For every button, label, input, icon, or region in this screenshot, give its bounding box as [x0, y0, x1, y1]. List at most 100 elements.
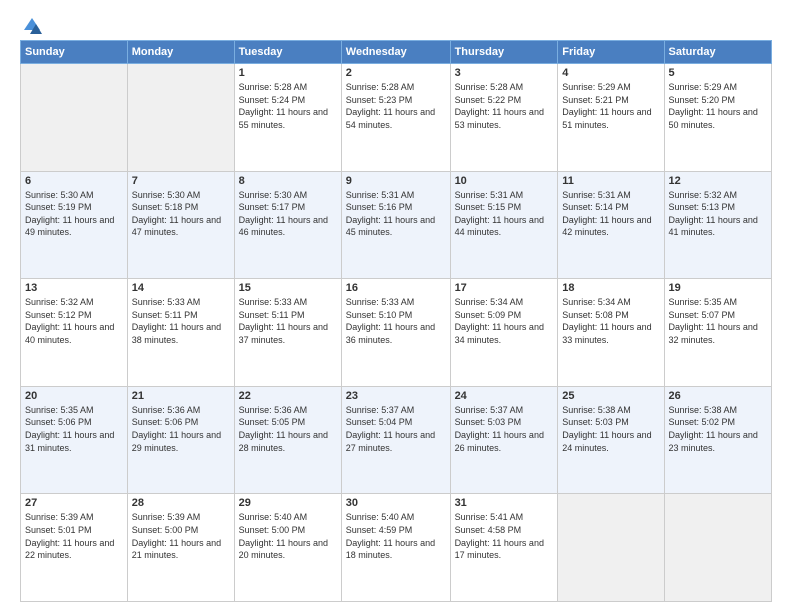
day-info: Sunrise: 5:33 AMSunset: 5:11 PMDaylight:… [132, 296, 230, 346]
table-row: 6Sunrise: 5:30 AMSunset: 5:19 PMDaylight… [21, 171, 128, 279]
day-number: 7 [132, 175, 230, 187]
week-row-2: 6Sunrise: 5:30 AMSunset: 5:19 PMDaylight… [21, 171, 772, 279]
table-row: 12 Sunrise: 5:32 AMSunset: 5:13 PMDayligh… [664, 171, 771, 279]
col-sunday: Sunday [21, 41, 128, 64]
day-info: Sunrise: 5:28 AMSunset: 5:22 PMDaylight:… [455, 81, 554, 131]
table-row: 4Sunrise: 5:29 AMSunset: 5:21 PMDaylight… [558, 64, 664, 172]
table-row: 8 Sunrise: 5:30 AMSunset: 5:17 PMDaylight… [234, 171, 341, 279]
col-saturday: Saturday [664, 41, 771, 64]
day-info: Sunrise: 5:35 AMSunset: 5:06 PMDaylight:… [25, 404, 123, 454]
day-info: Sunrise: 5:30 AMSunset: 5:17 PMDaylight:… [239, 189, 337, 239]
table-row: 21 Sunrise: 5:36 AMSunset: 5:06 PMDayligh… [127, 386, 234, 494]
table-row: 10 Sunrise: 5:31 AMSunset: 5:15 PMDayligh… [450, 171, 558, 279]
table-row: 19 Sunrise: 5:35 AMSunset: 5:07 PMDayligh… [664, 279, 771, 387]
day-number: 27 [25, 497, 123, 509]
day-number: 28 [132, 497, 230, 509]
logo-icon [22, 16, 42, 36]
table-row: 7 Sunrise: 5:30 AMSunset: 5:18 PMDaylight… [127, 171, 234, 279]
col-wednesday: Wednesday [341, 41, 450, 64]
day-number: 4 [562, 67, 659, 79]
day-number: 2 [346, 67, 446, 79]
day-info: Sunrise: 5:35 AMSunset: 5:07 PMDaylight:… [669, 296, 767, 346]
day-number: 1 [239, 67, 337, 79]
day-info: Sunrise: 5:34 AMSunset: 5:08 PMDaylight:… [562, 296, 659, 346]
table-row: 13Sunrise: 5:32 AMSunset: 5:12 PMDayligh… [21, 279, 128, 387]
table-row: 5 Sunrise: 5:29 AMSunset: 5:20 PMDaylight… [664, 64, 771, 172]
table-row: 24 Sunrise: 5:37 AMSunset: 5:03 PMDayligh… [450, 386, 558, 494]
calendar-table: Sunday Monday Tuesday Wednesday Thursday… [20, 40, 772, 602]
col-monday: Monday [127, 41, 234, 64]
day-info: Sunrise: 5:38 AMSunset: 5:03 PMDaylight:… [562, 404, 659, 454]
table-row: 1 Sunrise: 5:28 AMSunset: 5:24 PMDaylight… [234, 64, 341, 172]
day-info: Sunrise: 5:28 AMSunset: 5:23 PMDaylight:… [346, 81, 446, 131]
day-number: 31 [455, 497, 554, 509]
logo [20, 20, 42, 32]
table-row: 11Sunrise: 5:31 AMSunset: 5:14 PMDayligh… [558, 171, 664, 279]
table-row [558, 494, 664, 602]
day-info: Sunrise: 5:36 AMSunset: 5:05 PMDaylight:… [239, 404, 337, 454]
day-info: Sunrise: 5:37 AMSunset: 5:04 PMDaylight:… [346, 404, 446, 454]
page: Sunday Monday Tuesday Wednesday Thursday… [0, 0, 792, 612]
day-number: 26 [669, 390, 767, 402]
col-friday: Friday [558, 41, 664, 64]
day-number: 24 [455, 390, 554, 402]
table-row [127, 64, 234, 172]
day-number: 13 [25, 282, 123, 294]
day-info: Sunrise: 5:38 AMSunset: 5:02 PMDaylight:… [669, 404, 767, 454]
day-number: 14 [132, 282, 230, 294]
day-info: Sunrise: 5:36 AMSunset: 5:06 PMDaylight:… [132, 404, 230, 454]
header-row: Sunday Monday Tuesday Wednesday Thursday… [21, 41, 772, 64]
day-number: 25 [562, 390, 659, 402]
table-row: 27Sunrise: 5:39 AMSunset: 5:01 PMDayligh… [21, 494, 128, 602]
table-row: 22 Sunrise: 5:36 AMSunset: 5:05 PMDayligh… [234, 386, 341, 494]
week-row-4: 20 Sunrise: 5:35 AMSunset: 5:06 PMDayligh… [21, 386, 772, 494]
day-info: Sunrise: 5:32 AMSunset: 5:13 PMDaylight:… [669, 189, 767, 239]
day-number: 22 [239, 390, 337, 402]
table-row: 3 Sunrise: 5:28 AMSunset: 5:22 PMDaylight… [450, 64, 558, 172]
table-row: 26 Sunrise: 5:38 AMSunset: 5:02 PMDayligh… [664, 386, 771, 494]
day-number: 8 [239, 175, 337, 187]
day-info: Sunrise: 5:40 AMSunset: 4:59 PMDaylight:… [346, 511, 446, 561]
day-number: 19 [669, 282, 767, 294]
table-row: 9Sunrise: 5:31 AMSunset: 5:16 PMDaylight… [341, 171, 450, 279]
day-info: Sunrise: 5:31 AMSunset: 5:15 PMDaylight:… [455, 189, 554, 239]
table-row [664, 494, 771, 602]
table-row: 30 Sunrise: 5:40 AMSunset: 4:59 PMDayligh… [341, 494, 450, 602]
header [20, 16, 772, 32]
day-number: 6 [25, 175, 123, 187]
table-row: 25 Sunrise: 5:38 AMSunset: 5:03 PMDayligh… [558, 386, 664, 494]
day-number: 17 [455, 282, 554, 294]
table-row [21, 64, 128, 172]
table-row: 14 Sunrise: 5:33 AMSunset: 5:11 PMDayligh… [127, 279, 234, 387]
day-number: 9 [346, 175, 446, 187]
day-number: 23 [346, 390, 446, 402]
day-number: 30 [346, 497, 446, 509]
week-row-5: 27Sunrise: 5:39 AMSunset: 5:01 PMDayligh… [21, 494, 772, 602]
day-number: 21 [132, 390, 230, 402]
table-row: 31Sunrise: 5:41 AMSunset: 4:58 PMDayligh… [450, 494, 558, 602]
day-info: Sunrise: 5:33 AMSunset: 5:11 PMDaylight:… [239, 296, 337, 346]
week-row-1: 1 Sunrise: 5:28 AMSunset: 5:24 PMDaylight… [21, 64, 772, 172]
table-row: 23 Sunrise: 5:37 AMSunset: 5:04 PMDayligh… [341, 386, 450, 494]
col-tuesday: Tuesday [234, 41, 341, 64]
day-info: Sunrise: 5:29 AMSunset: 5:20 PMDaylight:… [669, 81, 767, 131]
table-row: 15 Sunrise: 5:33 AMSunset: 5:11 PMDayligh… [234, 279, 341, 387]
day-info: Sunrise: 5:40 AMSunset: 5:00 PMDaylight:… [239, 511, 337, 561]
day-info: Sunrise: 5:30 AMSunset: 5:18 PMDaylight:… [132, 189, 230, 239]
table-row: 16Sunrise: 5:33 AMSunset: 5:10 PMDayligh… [341, 279, 450, 387]
day-number: 15 [239, 282, 337, 294]
day-number: 3 [455, 67, 554, 79]
day-info: Sunrise: 5:37 AMSunset: 5:03 PMDaylight:… [455, 404, 554, 454]
day-info: Sunrise: 5:28 AMSunset: 5:24 PMDaylight:… [239, 81, 337, 131]
table-row: 28Sunrise: 5:39 AMSunset: 5:00 PMDayligh… [127, 494, 234, 602]
day-number: 20 [25, 390, 123, 402]
table-row: 18Sunrise: 5:34 AMSunset: 5:08 PMDayligh… [558, 279, 664, 387]
day-number: 12 [669, 175, 767, 187]
day-number: 29 [239, 497, 337, 509]
table-row: 29 Sunrise: 5:40 AMSunset: 5:00 PMDayligh… [234, 494, 341, 602]
day-number: 5 [669, 67, 767, 79]
table-row: 20 Sunrise: 5:35 AMSunset: 5:06 PMDayligh… [21, 386, 128, 494]
week-row-3: 13Sunrise: 5:32 AMSunset: 5:12 PMDayligh… [21, 279, 772, 387]
col-thursday: Thursday [450, 41, 558, 64]
day-number: 10 [455, 175, 554, 187]
